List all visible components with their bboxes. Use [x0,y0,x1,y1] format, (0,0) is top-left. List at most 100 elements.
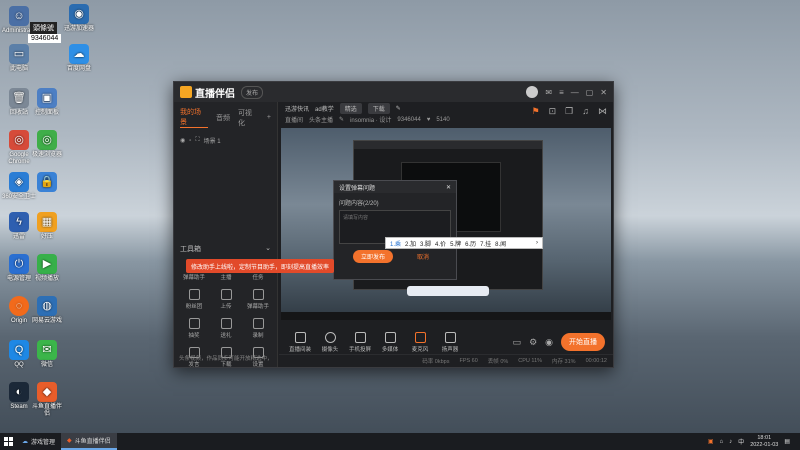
add-icon[interactable]: + [267,114,271,121]
tool-label: 发言 [188,362,200,368]
stream-preview[interactable]: 设置弹幕问题 ✕ 问题内容(2/20) 请填写内容 立即发布 取消 1.乘 2.加… [281,128,611,320]
clock-date: 2022-01-03 [750,441,779,448]
skin-icon[interactable]: ✉ [545,88,552,97]
control-mic[interactable]: 麦克风 [407,331,433,353]
tool-label: 粉丝团 [185,304,203,310]
status-mem: 内存 31% [552,359,576,365]
tool-item[interactable]: 录制 [242,318,274,339]
tool-item[interactable]: 送礼 [210,318,242,339]
taskbar-item-douyu[interactable]: ◆ 斗鱼直播伴侣 [61,433,117,450]
volume-icon[interactable]: ♪ [729,439,732,445]
desktop-icon-browser[interactable]: ◎ 极速浏览器 [30,130,64,159]
tab-audio[interactable]: 音频 [216,113,230,123]
dialog-ok-button[interactable]: 立即发布 [352,250,393,263]
desktop-icon-baidu[interactable]: ☁ 百度网盘 [62,44,96,73]
ime-toolbar[interactable] [407,286,489,296]
live-label: 头条主播 [309,118,334,124]
desktop-icon-label: Steam [10,404,28,410]
share-icon[interactable]: ⋈ [598,106,607,117]
display-icon [294,331,306,343]
control-phone[interactable]: 手机投屏 [347,331,373,353]
video-icon[interactable]: ▭ [513,337,522,348]
desktop-icon-lock[interactable]: 🔒 [30,172,64,194]
chip-featured[interactable]: 精选 [339,102,362,114]
tool-item[interactable]: 弹幕助手 [242,289,274,310]
settings-icon[interactable]: ⚙ [529,337,537,348]
candidate[interactable]: 4.价 [435,239,446,248]
chip-download[interactable]: 下载 [367,102,390,114]
clock[interactable]: 18:01 2022-01-03 [750,435,778,449]
left-footer-text: 头条视频，作品同步可能开放精选中， [179,356,273,362]
promo-banner[interactable]: 修改助手上线啦，定制节目助手，即刻提高直播效率 [186,259,334,273]
version-badge[interactable]: 发布 [241,85,264,99]
control-display[interactable]: 直播间装 [287,331,313,353]
candidate[interactable]: 6.历 [465,239,476,248]
windows-start-icon[interactable] [0,433,16,450]
news-ad[interactable]: ad教学 [315,104,334,113]
tool-item[interactable]: 粉丝团 [178,289,210,310]
orange-icon[interactable]: ⚑ [532,106,540,117]
candidate[interactable]: 8.闻 [495,239,506,248]
record-icon[interactable]: ◉ [545,337,553,348]
desktop-icon-label: 微信 [40,362,53,368]
candidate[interactable]: 2.加 [405,239,416,248]
tool-icon [188,289,200,300]
desktop-icon-wechat[interactable]: ✉ 微信 [30,340,64,369]
copy-icon[interactable]: ❐ [565,106,573,117]
maximize-icon[interactable]: ▢ [586,88,594,97]
taskbar-item-games[interactable]: ☁ 游戏管理 [16,433,61,450]
speaker-icon [444,331,456,343]
edit-icon[interactable]: ✎ [396,105,401,112]
status-bitrate: 码率 0kbps [422,359,450,365]
candidate[interactable]: 5.牌 [450,239,461,248]
play-icon: ▶ [37,254,57,274]
control-label: 手机投屏 [348,346,371,353]
desktop-icon-computer[interactable]: ▭ 此电脑 [2,44,36,73]
desktop-icon-game[interactable]: ◍ 网易云游戏 [30,296,64,325]
avatar[interactable] [526,86,539,98]
control-media[interactable]: 多媒体 [377,331,403,353]
eye-icon[interactable]: ◉ [180,137,185,144]
thunder-icon: ϟ [9,212,29,232]
start-live-button[interactable]: 开始直播 [561,333,605,351]
tab-scenes[interactable]: 我的场景 [180,107,208,128]
control-speaker[interactable]: 扬声器 [437,331,463,353]
chevron-down-icon[interactable]: ⌄ [265,244,271,254]
desktop-icon-control[interactable]: ▣ 控制面板 [30,88,64,117]
tool-icon [220,289,232,300]
tool-label: 主播 [220,275,232,281]
tool-label: 任务 [252,275,264,281]
tool-item[interactable]: 上传 [210,289,242,310]
bell-icon[interactable]: ♫ [582,106,589,117]
desktop-icon-douyu[interactable]: ◆ 斗鱼直播伴侣 [30,382,64,418]
taskbar-item-label: 斗鱼直播伴侣 [74,439,111,445]
network-icon[interactable]: ⌂ [720,439,724,445]
edit-icon[interactable]: ✎ [339,116,344,123]
chevron-right-icon[interactable]: › [536,240,538,246]
tools-grid: 弹幕助手 主播 任务 粉丝团 上传 弹幕助手 抽奖 送礼 录制 发言 下载 设置 [178,260,274,368]
ime-icon[interactable]: 中 [738,437,744,446]
control-camera[interactable]: 摄像头 [317,331,343,353]
dialog-cancel-button[interactable]: 取消 [409,250,437,263]
minimize-icon[interactable]: — [571,88,579,97]
tool-item[interactable]: 抽奖 [178,318,210,339]
user-icon: ☺ [9,6,29,26]
douyu-icon: ◆ [67,438,72,444]
lock-icon[interactable]: ⊡ [549,106,557,117]
menu-icon[interactable]: ≡ [559,88,564,97]
lock-icon[interactable]: ▫ [189,138,191,144]
close-icon[interactable]: ✕ [600,88,607,97]
notification-icon[interactable]: ▤ [784,438,790,445]
candidate[interactable]: 1.乘 [390,239,401,248]
scene-item[interactable]: ◉ ▫ ⛶ 场景 1 [174,133,277,148]
candidate[interactable]: 7.挂 [480,239,491,248]
app-tray-icon[interactable]: ▣ [708,438,714,445]
desktop-icon-label: Origin [10,318,27,324]
close-icon[interactable]: ✕ [446,184,451,191]
desktop-icon-xunyou[interactable]: ◉ 迅游加速器 [62,4,96,33]
desktop-icon-label: 网易云游戏 [31,318,62,324]
tab-visual[interactable]: 可视化 [238,108,259,128]
desktop-icon-zip[interactable]: ▦ 好压 [30,212,64,241]
candidate[interactable]: 3.脚 [420,239,431,248]
desktop-icon-play[interactable]: ▶ 视频播放 [30,254,64,283]
